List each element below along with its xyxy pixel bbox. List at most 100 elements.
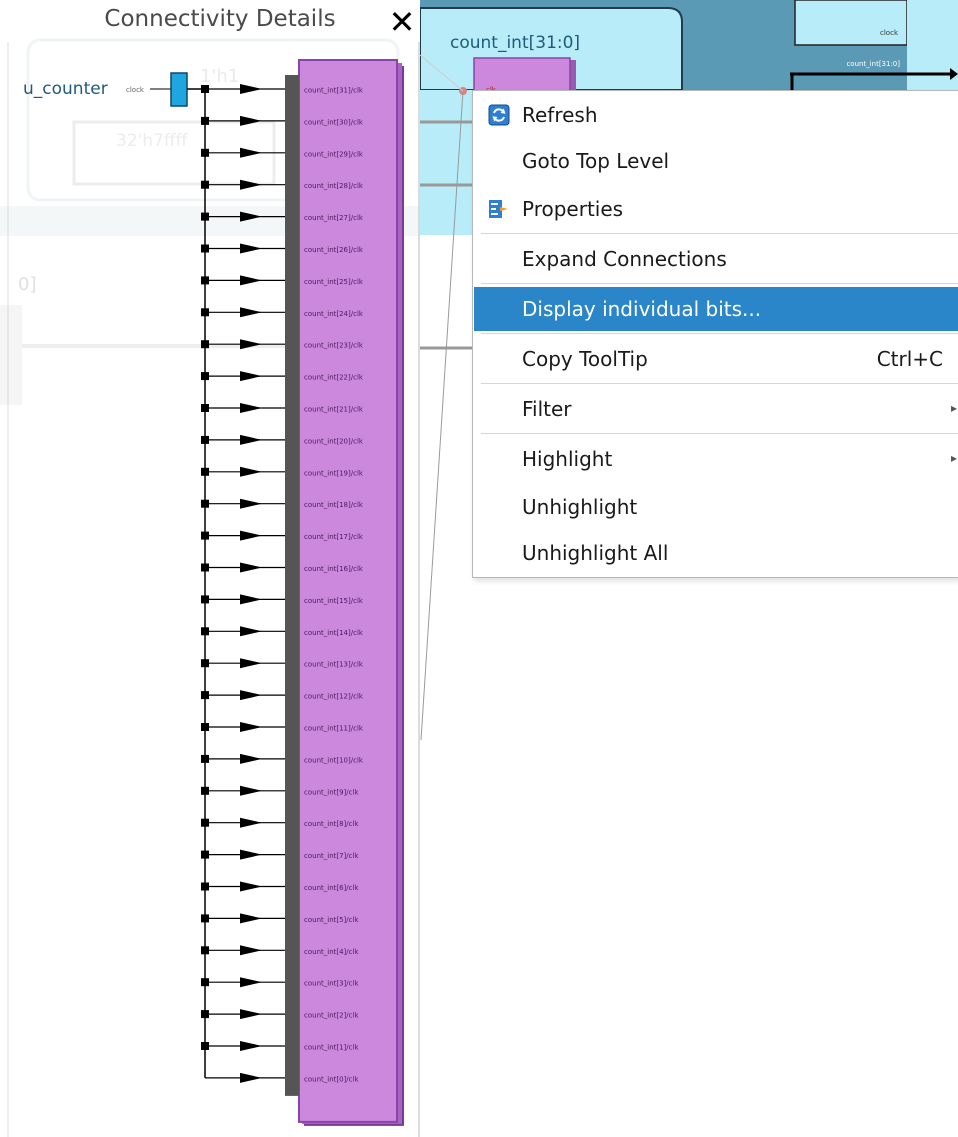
junction-dot	[201, 882, 209, 891]
junction-dot	[201, 499, 209, 508]
menu-item-highlight[interactable]: Highlight ▸	[474, 437, 958, 481]
pin-label: count_int[23]/clk	[304, 342, 364, 350]
junction-dot	[201, 850, 209, 859]
pin-label: count_int[17]/clk	[304, 533, 364, 541]
panel-title: Connectivity Details	[104, 6, 336, 32]
faded-const-label: 1'h1	[200, 66, 239, 87]
menu-separator	[481, 383, 958, 384]
menu-item-label: Display individual bits...	[522, 297, 762, 321]
pin-label: count_int[18]/clk	[304, 501, 364, 509]
junction-dot	[201, 1042, 209, 1050]
close-button[interactable]: ✕	[385, 2, 419, 42]
menu-item-properties[interactable]: Properties	[474, 187, 958, 231]
pin-label: count_int[16]/clk	[304, 565, 364, 573]
shortcut-label: Ctrl+C	[876, 347, 943, 371]
pin-label: count_int[29]/clk	[304, 150, 364, 158]
menu-item-label: Unhighlight All	[522, 541, 669, 565]
pin-label: count_int[19]/clk	[304, 469, 364, 477]
menu-separator	[481, 433, 958, 434]
menu-item-unhighlight[interactable]: Unhighlight	[474, 485, 958, 529]
junction-dot	[201, 244, 209, 253]
junction-dot	[201, 723, 209, 731]
source-port-label: clock	[126, 86, 145, 94]
junction-dot	[201, 372, 209, 381]
pin-label: count_int[28]/clk	[304, 182, 364, 190]
menu-item-display-individual-bits[interactable]: Display individual bits...	[474, 287, 958, 331]
pin-label: count_int[2]/clk	[304, 1012, 359, 1020]
junction-dot	[201, 116, 209, 125]
menu-separator	[481, 233, 958, 234]
pin-label: count_int[31]/clk	[304, 87, 364, 95]
refresh-icon	[488, 104, 510, 126]
junction-dot	[201, 180, 209, 189]
junction-dot	[201, 435, 209, 444]
pin-label: count_int[5]/clk	[304, 916, 359, 924]
pin-label: count_int[24]/clk	[304, 310, 364, 318]
junction-dot	[201, 595, 209, 604]
menu-item-unhighlight-all[interactable]: Unhighlight All	[474, 531, 958, 575]
right-port-clock-label: clock	[880, 29, 899, 37]
junction-dot	[201, 85, 209, 93]
pin-label: count_int[7]/clk	[304, 852, 359, 860]
menu-item-expand-connections[interactable]: Expand Connections	[474, 237, 958, 281]
pin-label: count_int[12]/clk	[304, 693, 364, 701]
junction-dot	[201, 914, 209, 923]
pin-label: count_int[3]/clk	[304, 980, 359, 988]
right-port-bus-label: count_int[31:0]	[846, 60, 900, 68]
junction-dot	[201, 212, 209, 221]
pin-label: count_int[30]/clk	[304, 118, 364, 126]
pin-label: count_int[21]/clk	[304, 406, 364, 414]
pin-label: count_int[11]/clk	[304, 725, 364, 733]
pin-label: count_int[0]/clk	[304, 1075, 359, 1083]
menu-item-refresh[interactable]: Refresh	[474, 93, 958, 137]
pin-label: count_int[1]/clk	[304, 1044, 359, 1052]
junction-dot	[201, 148, 209, 157]
pin-label: count_int[20]/clk	[304, 437, 364, 445]
junction-dot	[201, 1010, 209, 1019]
menu-item-filter[interactable]: Filter ▸	[474, 387, 958, 431]
pin-label: count_int[25]/clk	[304, 278, 364, 286]
pin-label: count_int[6]/clk	[304, 884, 359, 892]
register-name-label: count_int[31:0]	[450, 33, 580, 53]
context-menu: Refresh Goto Top Level Properties Expand…	[472, 90, 958, 578]
source-port-block[interactable]	[170, 72, 188, 107]
faded-bus-label: 0]	[18, 274, 36, 295]
pin-label: count_int[22]/clk	[304, 374, 364, 382]
submenu-arrow-icon: ▸	[950, 401, 957, 415]
right-module-box[interactable]	[794, 0, 908, 46]
junction-dot	[201, 340, 209, 349]
menu-item-label: Expand Connections	[522, 247, 727, 271]
bus-bar	[285, 75, 299, 1096]
faded-const-label: 32'h7ffff	[116, 131, 189, 151]
junction-dot	[201, 691, 209, 700]
menu-item-label: Copy ToolTip	[522, 347, 648, 371]
pin-label: count_int[15]/clk	[304, 597, 364, 605]
menu-item-label: Goto Top Level	[522, 149, 670, 173]
pin-label: count_int[26]/clk	[304, 246, 364, 254]
junction-dot	[201, 308, 209, 317]
pin-label: count_int[27]/clk	[304, 214, 364, 222]
junction-dot	[201, 467, 209, 476]
junction-dot	[201, 754, 209, 763]
menu-item-label: Properties	[522, 197, 624, 221]
junction-dot	[201, 978, 209, 987]
menu-item-label: Filter	[522, 397, 572, 421]
junction-dot	[201, 404, 209, 412]
faded-block	[0, 305, 22, 405]
menu-item-copy-tooltip[interactable]: Copy ToolTip Ctrl+C	[474, 337, 958, 381]
pin-label: count_int[14]/clk	[304, 629, 364, 637]
submenu-arrow-icon: ▸	[950, 451, 957, 465]
menu-item-goto-top-level[interactable]: Goto Top Level	[474, 139, 958, 183]
junction-dot	[201, 946, 209, 955]
pin-label: count_int[9]/clk	[304, 788, 359, 796]
pin-label: count_int[4]/clk	[304, 948, 359, 956]
menu-separator	[481, 333, 958, 334]
junction-dot	[201, 531, 209, 540]
register-module-box-lower	[420, 90, 480, 235]
source-instance-label: u_counter	[23, 79, 108, 99]
properties-icon	[489, 200, 508, 218]
menu-item-label: Highlight	[522, 447, 613, 471]
junction-dot	[201, 627, 209, 636]
junction-dot	[201, 786, 209, 795]
menu-separator	[481, 283, 958, 284]
